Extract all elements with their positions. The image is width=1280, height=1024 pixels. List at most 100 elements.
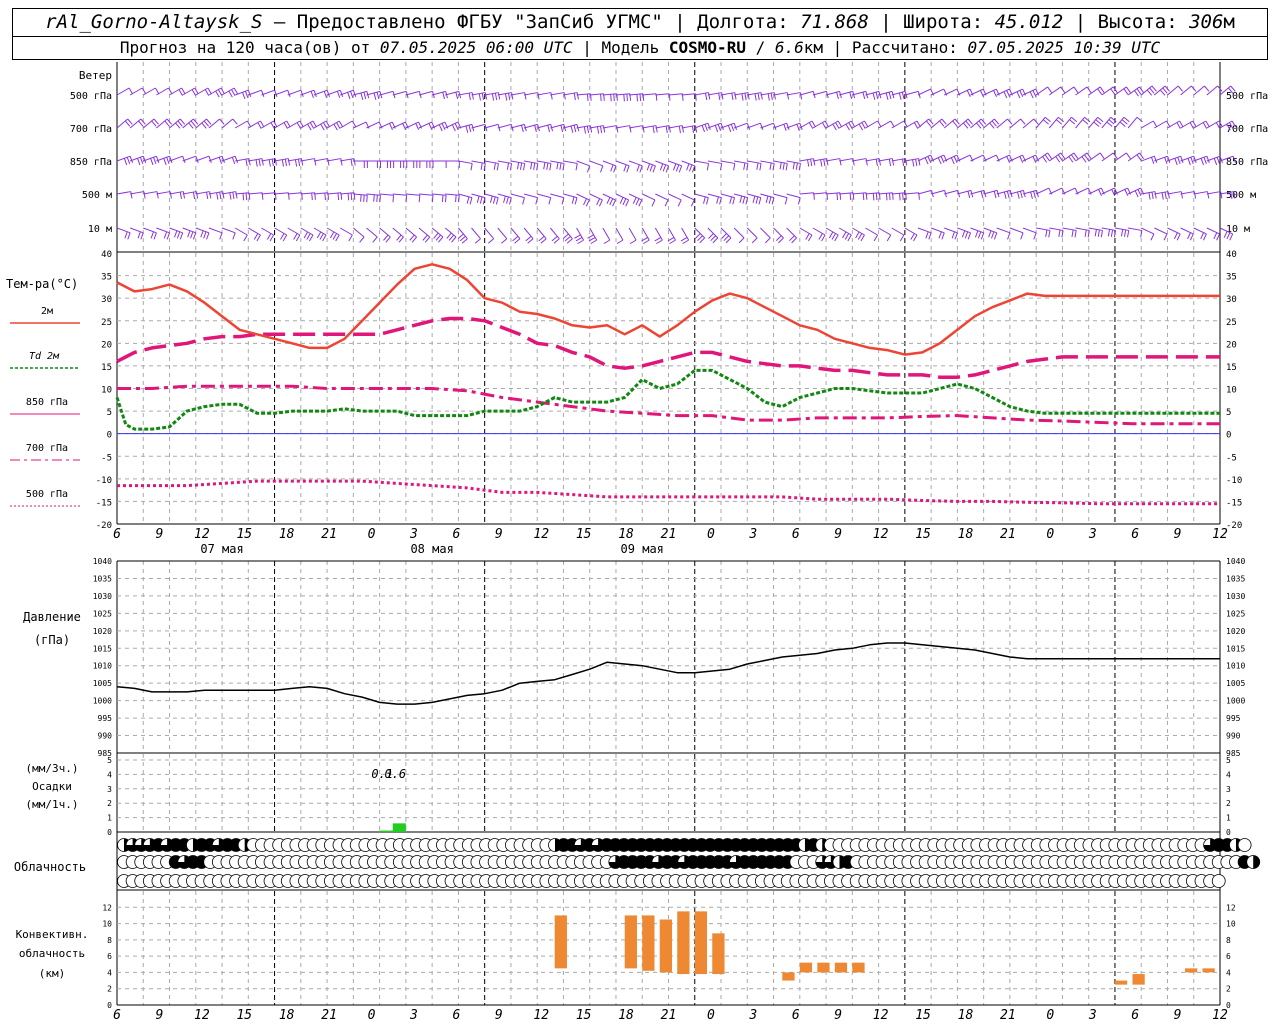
wind-barb-feather bbox=[454, 123, 459, 130]
wind-barb-feather bbox=[782, 162, 785, 170]
wind-barb-feather bbox=[217, 89, 223, 96]
wind-barb-feather bbox=[639, 94, 642, 102]
wind-barb-staff bbox=[484, 92, 499, 96]
wind-barb-feather bbox=[546, 162, 549, 170]
wind-barb-staff bbox=[143, 227, 157, 234]
wind-barb-feather bbox=[340, 158, 343, 166]
wind-barb-feather bbox=[497, 92, 501, 100]
wind-barb-feather bbox=[169, 191, 172, 199]
pressure-y-tick: 1020 bbox=[1226, 627, 1245, 636]
wind-barb-staff bbox=[248, 89, 262, 96]
wind-barb-feather bbox=[508, 93, 511, 101]
hour-tick-label: 3 bbox=[748, 527, 757, 542]
temp-y-tick: -10 bbox=[1226, 476, 1242, 486]
wind-barb-feather bbox=[376, 194, 378, 202]
wind-barb-feather bbox=[1110, 229, 1114, 237]
wind-barb-feather bbox=[873, 234, 879, 242]
wind-barb-staff bbox=[917, 118, 930, 129]
wind-barb-feather bbox=[1203, 157, 1207, 165]
convective-y-tick: 4 bbox=[107, 968, 112, 977]
wind-title: Ветер bbox=[79, 69, 112, 82]
wind-barb-feather bbox=[389, 123, 393, 130]
wind-barb-staff bbox=[471, 123, 486, 129]
wind-barb-feather bbox=[760, 92, 763, 100]
convective-bar bbox=[694, 911, 708, 975]
wind-barb-feather bbox=[547, 125, 551, 133]
temp-legend-label: Td 2м bbox=[29, 351, 60, 362]
wind-barb-feather bbox=[123, 158, 128, 166]
wind-barb-feather bbox=[701, 125, 705, 133]
wind-barb-feather bbox=[820, 159, 823, 167]
wind-barb-feather bbox=[652, 165, 656, 173]
wind-barb-feather bbox=[767, 93, 770, 101]
wind-barb-feather bbox=[1058, 229, 1061, 237]
wind-barb-feather bbox=[675, 164, 680, 172]
wind-barb-feather bbox=[1044, 116, 1051, 123]
wind-barb-feather bbox=[320, 123, 325, 131]
wind-barb-staff bbox=[944, 88, 958, 96]
wind-barb-feather bbox=[478, 93, 481, 101]
wind-barb-feather bbox=[577, 239, 584, 245]
wind-barb-staff bbox=[694, 193, 709, 199]
wind-barb-feather bbox=[636, 94, 639, 102]
hour-tick-label: 3 bbox=[409, 1008, 418, 1023]
temp-y-tick: 40 bbox=[1226, 250, 1237, 260]
wind-barb-feather bbox=[476, 195, 480, 203]
wind-barb-feather bbox=[708, 233, 714, 239]
wind-barb-feather bbox=[151, 120, 157, 127]
wind-barb-feather bbox=[727, 125, 732, 133]
hour-tick-label: 9 bbox=[834, 527, 842, 542]
temp-y-tick: 15 bbox=[1226, 363, 1237, 373]
wind-barb-feather bbox=[1094, 229, 1097, 237]
wind-barb-staff bbox=[300, 192, 315, 195]
wind-barb-feather bbox=[730, 124, 735, 132]
wind-barb-staff bbox=[1035, 86, 1048, 96]
hour-tick-label: 0 bbox=[1046, 1008, 1054, 1023]
wind-barb-staff bbox=[812, 227, 826, 236]
wind-barb-feather bbox=[1042, 119, 1049, 125]
wind-barb-feather bbox=[725, 237, 732, 244]
wind-barb-staff bbox=[418, 193, 434, 196]
wind-barb-staff bbox=[431, 227, 444, 238]
wind-barb-feather bbox=[805, 233, 810, 240]
wind-barb-staff bbox=[957, 154, 971, 162]
wind-barb-staff bbox=[1180, 191, 1195, 195]
wind-barb-feather bbox=[858, 123, 864, 131]
wind-barb-staff bbox=[865, 192, 880, 195]
convective-y-tick: 10 bbox=[102, 920, 112, 929]
precip-y-tick: 1 bbox=[1226, 814, 1231, 823]
convective-y-tick: 8 bbox=[107, 936, 112, 945]
wind-barb-staff bbox=[471, 193, 486, 199]
wind-barb-staff bbox=[536, 227, 547, 240]
wind-barb-feather bbox=[1190, 157, 1194, 165]
wind-barb-feather bbox=[337, 193, 340, 201]
pressure-y-tick: 1000 bbox=[1226, 697, 1245, 706]
wind-barb-feather bbox=[435, 234, 441, 241]
temp-y-tick: 25 bbox=[1226, 318, 1237, 328]
wind-barb-feather bbox=[659, 163, 664, 171]
wind-barb-staff bbox=[327, 192, 342, 195]
wind-barb-feather bbox=[977, 231, 982, 239]
wind-barb-staff bbox=[392, 90, 407, 96]
wind-barb-feather bbox=[306, 233, 311, 240]
wind-barb-feather bbox=[550, 92, 553, 100]
wind-barb-staff bbox=[156, 191, 171, 195]
wind-barb-feather bbox=[190, 120, 196, 127]
pressure-y-tick: 995 bbox=[98, 714, 113, 723]
wind-barb-staff bbox=[510, 227, 521, 240]
wind-barb-feather bbox=[721, 233, 727, 239]
wind-barb-staff bbox=[550, 160, 565, 164]
wind-barb-feather bbox=[603, 125, 606, 133]
wind-barb-feather bbox=[636, 164, 640, 172]
wind-barb-staff bbox=[1048, 116, 1059, 129]
wind-barb-feather bbox=[442, 92, 445, 100]
wind-barb-staff bbox=[353, 193, 368, 196]
wind-barb-feather bbox=[635, 198, 640, 206]
hour-tick-label: 6 bbox=[1131, 1008, 1139, 1023]
wind-barb-feather bbox=[951, 231, 955, 239]
wind-barb-feather bbox=[937, 157, 942, 165]
wind-barb-feather bbox=[1151, 157, 1155, 165]
wind-barb-feather bbox=[1151, 85, 1157, 92]
wind-barb-staff bbox=[917, 88, 931, 96]
wind-barb-staff bbox=[287, 227, 301, 236]
